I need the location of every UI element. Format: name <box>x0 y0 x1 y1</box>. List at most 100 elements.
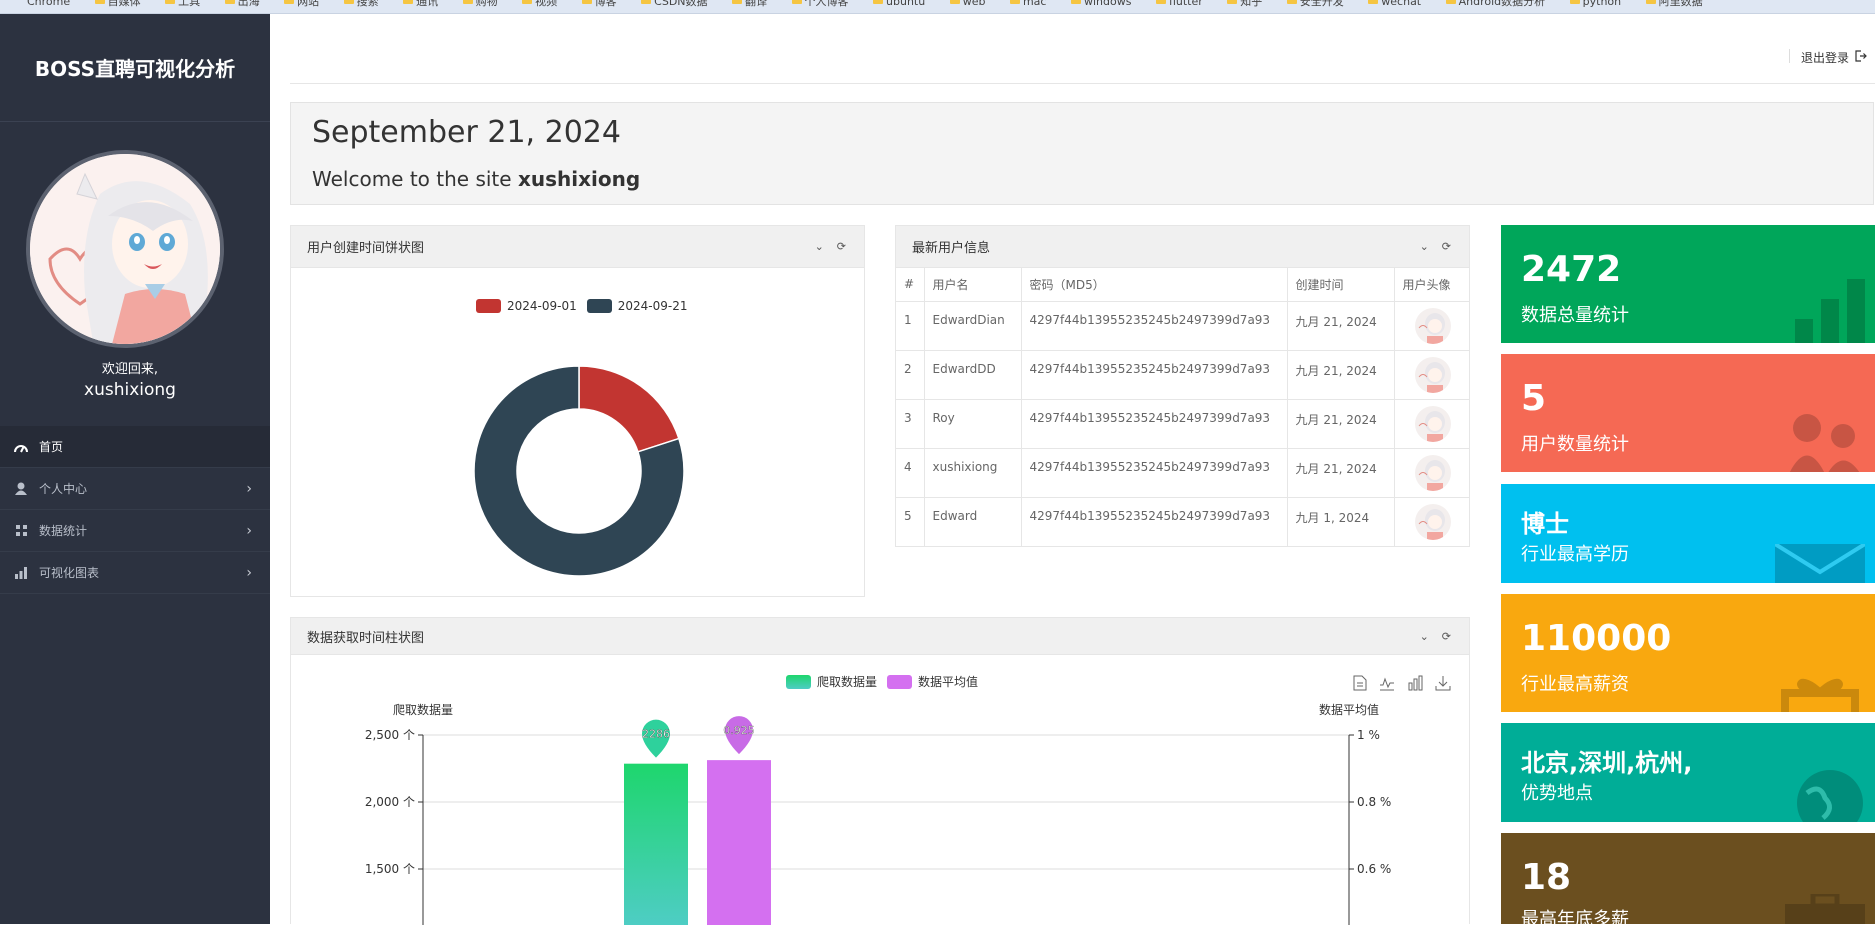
welcome-username: xushixiong <box>517 167 641 191</box>
bar-marker-label: 2286 <box>642 728 670 741</box>
sidebar-item-profile[interactable]: 个人中心 › <box>0 468 270 510</box>
bookmark[interactable]: CSDN数据 <box>641 0 708 7</box>
row-password-hash: 4297f44b13955235245b2497399d7a93 <box>1021 497 1288 547</box>
row-id: 3 <box>896 399 925 449</box>
right-axis-title: 数据平均值 <box>1319 702 1379 717</box>
stat-value: 5 <box>1521 378 1547 419</box>
row-created-time: 九月 21, 2024 <box>1287 301 1395 351</box>
stat-label: 数据总量统计 <box>1521 305 1629 326</box>
bookmark[interactable]: python <box>1569 0 1621 7</box>
left-axis-title: 爬取数据量 <box>393 702 453 717</box>
stat-value: 110000 <box>1521 618 1672 659</box>
dashboard-icon <box>14 440 28 454</box>
row-username: Roy <box>924 399 1022 449</box>
bookmark[interactable]: 购物 <box>462 0 498 7</box>
bookmark[interactable]: ubuntu <box>872 0 925 7</box>
bookmark[interactable]: 知乎 <box>1227 0 1262 7</box>
stat-card-advantage-locations[interactable]: 北京,深圳,杭州, 优势地点 <box>1501 723 1875 822</box>
right-tick-label: 1 % <box>1357 728 1380 742</box>
sidebar-item-home[interactable]: 首页 <box>0 426 270 468</box>
right-tick-label: 0.8 % <box>1357 795 1391 809</box>
refresh-icon[interactable]: ⟳ <box>1442 240 1451 253</box>
welcome-message: Welcome to the site xushixiong <box>312 167 640 191</box>
stat-label: 用户数量统计 <box>1521 434 1629 455</box>
bookmark[interactable]: 工具 <box>165 0 200 7</box>
sidebar-username: xushixiong <box>84 380 176 400</box>
row-username: EdwardDD <box>924 350 1022 400</box>
panel-header: 最新用户信息 ⌄ ⟳ <box>896 226 1469 268</box>
collapse-icon[interactable]: ⌄ <box>1420 240 1429 253</box>
row-created-time: 九月 21, 2024 <box>1287 448 1395 498</box>
latest-users-panel: 最新用户信息 ⌄ ⟳ # 用户名 密码（MD5） 创建时间 用户头像 1 Edw… <box>895 225 1470 547</box>
bookmark[interactable]: 博客 <box>581 0 617 7</box>
stat-card-year-end-bonus[interactable]: 18 最高年底多薪 <box>1501 833 1875 924</box>
row-id: 4 <box>896 448 925 498</box>
bar[interactable] <box>624 763 688 925</box>
stat-card-user-count[interactable]: 5 用户数量统计 <box>1501 354 1875 472</box>
table-row[interactable]: 5 Edward 4297f44b13955235245b2497399d7a9… <box>896 497 1469 547</box>
table-header-row: # 用户名 密码（MD5） 创建时间 用户头像 <box>896 268 1469 302</box>
table-row[interactable]: 1 EdwardDian 4297f44b13955235245b2497399… <box>896 301 1469 351</box>
brand-title[interactable]: BOSS直聘可视化分析 <box>0 14 270 122</box>
stat-label: 行业最高薪资 <box>1521 674 1629 695</box>
users-table: # 用户名 密码（MD5） 创建时间 用户头像 1 EdwardDian 429… <box>896 268 1469 547</box>
donut-chart <box>473 365 685 577</box>
table-row[interactable]: 2 EdwardDD 4297f44b13955235245b2497399d7… <box>896 350 1469 400</box>
bookmark[interactable]: 通讯 <box>403 0 438 7</box>
row-created-time: 九月 21, 2024 <box>1287 399 1395 449</box>
column-header: 用户名 <box>924 268 1022 302</box>
stat-label: 最高年底多薪 <box>1521 909 1629 924</box>
bookmark[interactable]: 安全开发 <box>1286 0 1344 7</box>
bookmark[interactable]: 视频 <box>522 0 557 7</box>
left-tick-label: 2,500 个 <box>365 728 415 742</box>
bookmark[interactable]: 网站 <box>284 0 319 7</box>
anime-avatar-illustration <box>30 154 220 344</box>
logout-link[interactable]: 退出登录 <box>1788 49 1867 66</box>
bookmark[interactable]: flutter <box>1156 0 1203 7</box>
column-header: # <box>896 268 925 302</box>
bookmark[interactable]: Android数据分析 <box>1445 0 1545 7</box>
stat-card-total-data[interactable]: 2472 数据总量统计 <box>1501 225 1875 343</box>
bookmark[interactable]: 翻译 <box>732 0 767 7</box>
bookmark[interactable]: 自媒体 <box>94 0 141 7</box>
user-avatar <box>1414 356 1451 393</box>
logout-label: 退出登录 <box>1800 51 1849 65</box>
bookmark[interactable]: wechat <box>1368 0 1421 7</box>
bookmark[interactable]: 阿里数据 <box>1645 0 1703 7</box>
stat-label: 优势地点 <box>1521 783 1593 804</box>
welcome-prefix: Welcome to the site <box>312 167 512 191</box>
bookmark[interactable]: Chrome <box>27 0 70 7</box>
bookmarks-bar: Chrome 自媒体 工具 出海 网站 搜索 通讯 购物 视频 博客 CSDN数… <box>0 0 1875 14</box>
bar-chart-icon <box>1795 279 1865 343</box>
pie-slice[interactable] <box>578 365 680 453</box>
bookmark[interactable]: 个人博客 <box>791 0 849 7</box>
bookmark[interactable]: web <box>949 0 985 7</box>
row-created-time: 九月 1, 2024 <box>1287 497 1395 547</box>
stat-card-highest-degree[interactable]: 博士 行业最高学历 <box>1501 484 1875 583</box>
bookmark[interactable]: 搜索 <box>343 0 379 7</box>
table-row[interactable]: 4 xushixiong 4297f44b13955235245b2497399… <box>896 448 1469 498</box>
row-username: Edward <box>924 497 1022 547</box>
bookmark[interactable]: windows <box>1070 0 1131 7</box>
refresh-icon[interactable]: ⟳ <box>837 240 846 253</box>
sidebar: BOSS直聘可视化分析 欢迎回来, xushixiong 首页 个人中心 › 数… <box>0 14 270 924</box>
user-avatar <box>1414 454 1451 491</box>
sidebar-item-visual-charts[interactable]: 可视化图表 › <box>0 552 270 594</box>
table-row[interactable]: 3 Roy 4297f44b13955235245b2497399d7a93 九… <box>896 399 1469 449</box>
collapse-icon[interactable]: ⌄ <box>815 240 824 253</box>
bookmark[interactable]: mac <box>1010 0 1046 7</box>
column-header: 用户头像 <box>1394 268 1469 302</box>
grid-icon <box>14 524 28 538</box>
row-id: 1 <box>896 301 925 351</box>
panel-title: 用户创建时间饼状图 <box>307 241 425 256</box>
bookmark[interactable]: 出海 <box>224 0 260 7</box>
stat-value: 18 <box>1521 857 1572 898</box>
sidebar-item-data-stats[interactable]: 数据统计 › <box>0 510 270 552</box>
welcome-banner: September 21, 2024 Welcome to the site x… <box>290 102 1874 205</box>
stat-card-highest-salary[interactable]: 110000 行业最高薪资 <box>1501 594 1875 712</box>
avatar <box>26 150 224 348</box>
bar[interactable] <box>707 760 771 925</box>
left-tick-label: 1,500 个 <box>365 862 415 876</box>
current-date: September 21, 2024 <box>312 115 621 150</box>
row-password-hash: 4297f44b13955235245b2497399d7a93 <box>1021 448 1288 498</box>
